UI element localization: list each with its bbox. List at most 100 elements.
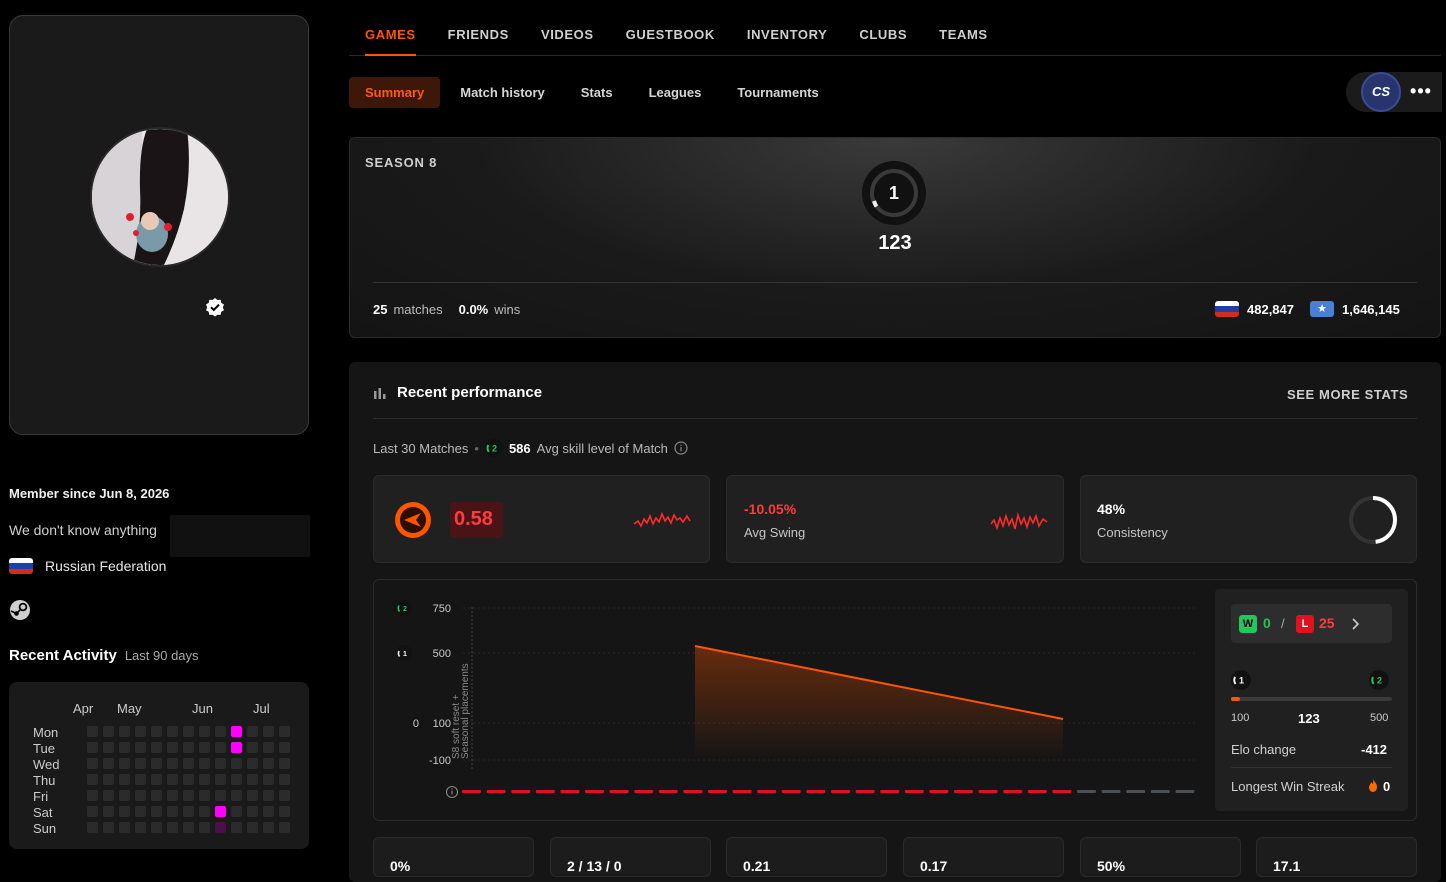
activity-cell[interactable] xyxy=(183,790,194,801)
match-result-segment[interactable] xyxy=(634,790,654,793)
more-options-icon[interactable]: ••• xyxy=(1410,80,1432,104)
match-result-segment[interactable] xyxy=(1077,790,1096,793)
tab-clubs[interactable]: CLUBS xyxy=(859,14,907,56)
activity-cell[interactable] xyxy=(263,726,274,737)
activity-cell[interactable] xyxy=(183,726,194,737)
activity-cell[interactable] xyxy=(151,758,162,769)
activity-cell[interactable] xyxy=(135,742,146,753)
see-more-stats-link[interactable]: SEE MORE STATS xyxy=(1287,387,1408,402)
subtab-match-history[interactable]: Match history xyxy=(444,77,561,108)
activity-cell[interactable] xyxy=(247,742,258,753)
activity-cell[interactable] xyxy=(151,790,162,801)
activity-cell[interactable] xyxy=(215,726,226,737)
activity-cell[interactable] xyxy=(199,806,210,817)
stat-card[interactable]: 0.17 xyxy=(903,837,1064,877)
subtab-summary[interactable]: Summary xyxy=(349,77,441,108)
activity-cell[interactable] xyxy=(151,822,162,833)
tab-videos[interactable]: VIDEOS xyxy=(541,14,594,56)
activity-cell[interactable] xyxy=(103,806,114,817)
match-result-segment[interactable] xyxy=(560,790,580,793)
activity-cell[interactable] xyxy=(119,726,130,737)
match-result-segment[interactable] xyxy=(585,790,604,793)
results-info-icon[interactable] xyxy=(445,785,459,799)
stat-card[interactable]: 0.21 xyxy=(726,837,887,877)
tab-friends[interactable]: FRIENDS xyxy=(448,14,509,56)
subtab-leagues[interactable]: Leagues xyxy=(633,77,718,108)
activity-cell[interactable] xyxy=(87,822,98,833)
activity-cell[interactable] xyxy=(215,742,226,753)
activity-cell[interactable] xyxy=(119,758,130,769)
match-result-segment[interactable] xyxy=(1052,790,1072,793)
activity-cell[interactable] xyxy=(151,774,162,785)
activity-cell[interactable] xyxy=(183,774,194,785)
activity-cell[interactable] xyxy=(119,774,130,785)
stat-card[interactable]: 50% xyxy=(1080,837,1241,877)
activity-cell[interactable] xyxy=(247,774,258,785)
activity-cell[interactable] xyxy=(167,822,178,833)
match-result-segment[interactable] xyxy=(806,790,826,793)
match-result-segment[interactable] xyxy=(954,790,973,793)
activity-cell[interactable] xyxy=(231,726,242,737)
activity-cell[interactable] xyxy=(279,822,290,833)
activity-cell[interactable] xyxy=(231,774,242,785)
match-result-segment[interactable] xyxy=(1003,790,1023,793)
match-result-segment[interactable] xyxy=(535,790,555,793)
activity-cell[interactable] xyxy=(87,790,98,801)
activity-cell[interactable] xyxy=(167,806,178,817)
swing-kpi-card[interactable]: -10.05% Avg Swing xyxy=(726,475,1064,563)
activity-cell[interactable] xyxy=(215,806,226,817)
match-result-segment[interactable] xyxy=(978,790,998,793)
tab-teams[interactable]: TEAMS xyxy=(939,14,988,56)
activity-cell[interactable] xyxy=(135,774,146,785)
cs2-game-logo-icon[interactable]: CS xyxy=(1361,72,1401,112)
activity-cell[interactable] xyxy=(135,790,146,801)
match-result-segment[interactable] xyxy=(609,790,629,793)
activity-cell[interactable] xyxy=(215,758,226,769)
consistency-kpi-card[interactable]: 48% Consistency xyxy=(1080,475,1417,563)
activity-cell[interactable] xyxy=(263,758,274,769)
activity-cell[interactable] xyxy=(279,806,290,817)
activity-cell[interactable] xyxy=(151,742,162,753)
match-result-segment[interactable] xyxy=(781,790,801,793)
activity-cell[interactable] xyxy=(135,758,146,769)
activity-cell[interactable] xyxy=(215,822,226,833)
match-result-segment[interactable] xyxy=(486,790,506,793)
chevron-right-icon[interactable] xyxy=(1351,618,1361,630)
activity-cell[interactable] xyxy=(87,742,98,753)
match-result-segment[interactable] xyxy=(880,790,900,793)
activity-cell[interactable] xyxy=(279,758,290,769)
subtab-tournaments[interactable]: Tournaments xyxy=(721,77,834,108)
match-result-segment[interactable] xyxy=(1126,790,1146,793)
tab-guestbook[interactable]: GUESTBOOK xyxy=(626,14,715,56)
match-result-segment[interactable] xyxy=(1175,790,1195,793)
stat-card[interactable]: 0% xyxy=(373,837,534,877)
subtab-stats[interactable]: Stats xyxy=(565,77,629,108)
activity-cell[interactable] xyxy=(167,726,178,737)
activity-cell[interactable] xyxy=(183,806,194,817)
activity-cell[interactable] xyxy=(135,806,146,817)
match-result-segment[interactable] xyxy=(1027,790,1047,793)
activity-cell[interactable] xyxy=(263,790,274,801)
activity-cell[interactable] xyxy=(167,790,178,801)
activity-cell[interactable] xyxy=(103,758,114,769)
activity-cell[interactable] xyxy=(279,742,290,753)
activity-cell[interactable] xyxy=(167,758,178,769)
activity-cell[interactable] xyxy=(135,822,146,833)
activity-cell[interactable] xyxy=(103,742,114,753)
activity-cell[interactable] xyxy=(119,742,130,753)
match-result-segment[interactable] xyxy=(855,790,875,793)
activity-cell[interactable] xyxy=(87,726,98,737)
activity-cell[interactable] xyxy=(247,822,258,833)
match-result-segment[interactable] xyxy=(904,790,924,793)
steam-icon[interactable] xyxy=(9,599,31,621)
activity-cell[interactable] xyxy=(247,726,258,737)
activity-cell[interactable] xyxy=(263,774,274,785)
activity-cell[interactable] xyxy=(263,806,274,817)
stat-card[interactable]: 17.1 xyxy=(1256,837,1417,877)
activity-cell[interactable] xyxy=(151,806,162,817)
country-ranking[interactable]: 482,847 xyxy=(1215,301,1294,317)
activity-cell[interactable] xyxy=(199,726,210,737)
activity-cell[interactable] xyxy=(215,774,226,785)
activity-cell[interactable] xyxy=(199,758,210,769)
tab-games[interactable]: GAMES xyxy=(365,14,416,56)
